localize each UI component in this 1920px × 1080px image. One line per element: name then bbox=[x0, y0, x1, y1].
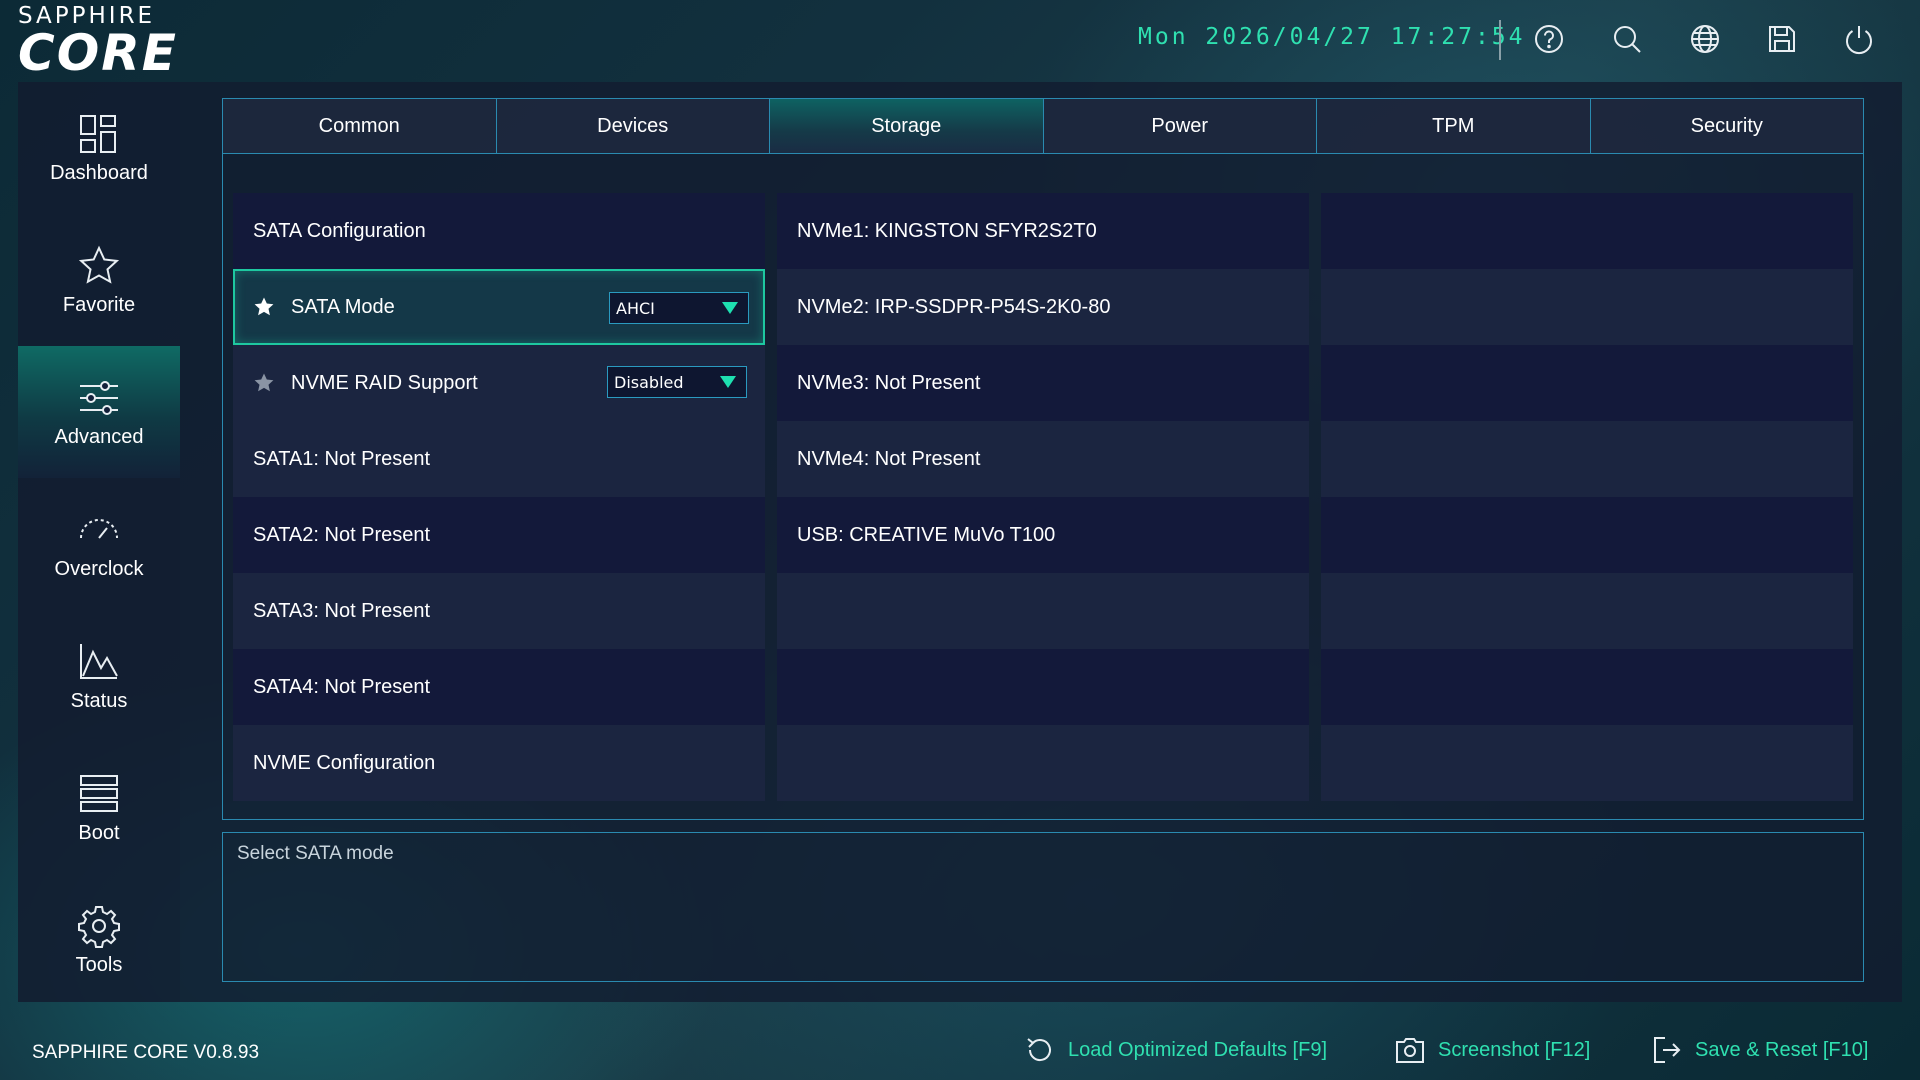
row-label: SATA4: Not Present bbox=[253, 675, 431, 698]
load-defaults-label: Load Optimized Defaults [F9] bbox=[1068, 1038, 1328, 1061]
list-item-empty bbox=[1321, 421, 1853, 497]
list-item-sata2: SATA2: Not Present bbox=[233, 497, 765, 573]
sidebar-item-status[interactable]: Status bbox=[18, 610, 180, 742]
dropdown-arrow-icon bbox=[720, 376, 736, 388]
version-label: SAPPHIRE CORE V0.8.93 bbox=[32, 1042, 260, 1063]
setting-row-sata-mode[interactable]: SATA Mode AHCI bbox=[233, 269, 765, 345]
reload-icon bbox=[1027, 1038, 1051, 1062]
dropdown-value: Disabled bbox=[614, 372, 684, 392]
row-label: SATA2: Not Present bbox=[253, 523, 431, 546]
list-item-empty bbox=[1321, 269, 1853, 345]
row-label: NVMe3: Not Present bbox=[797, 371, 981, 394]
list-item-sata1: SATA1: Not Present bbox=[233, 421, 765, 497]
load-defaults-button[interactable]: Load Optimized Defaults [F9] bbox=[1024, 1030, 1327, 1070]
list-item-empty bbox=[1321, 725, 1853, 801]
sidebar-item-label: Advanced bbox=[54, 425, 144, 448]
sidebar-item-advanced[interactable]: Advanced bbox=[18, 346, 180, 478]
setting-row-nvme-raid-support[interactable]: NVME RAID Support Disabled bbox=[233, 345, 765, 421]
sidebar-item-label: Overclock bbox=[54, 557, 144, 580]
sidebar-item-tools[interactable]: Tools bbox=[18, 874, 180, 1006]
favorite-star-icon[interactable] bbox=[253, 372, 275, 394]
list-item-empty bbox=[1321, 345, 1853, 421]
list-item-empty bbox=[1321, 193, 1853, 269]
row-label: NVME RAID Support bbox=[291, 371, 478, 394]
row-label: SATA3: Not Present bbox=[253, 599, 431, 622]
save-reset-button[interactable]: Save & Reset [F10] bbox=[1651, 1030, 1868, 1070]
logo-product-text: CORE bbox=[18, 24, 178, 82]
row-label: SATA1: Not Present bbox=[253, 447, 431, 470]
storage-middle-column: NVMe1: KINGSTON SFYR2S2T0 NVMe2: IRP-SSD… bbox=[777, 193, 1309, 801]
list-item-nvme3: NVMe3: Not Present bbox=[777, 345, 1309, 421]
tab-devices[interactable]: Devices bbox=[496, 99, 770, 153]
power-icon[interactable] bbox=[1842, 22, 1876, 56]
save-icon[interactable] bbox=[1765, 22, 1799, 56]
screenshot-button[interactable]: Screenshot [F12] bbox=[1394, 1030, 1590, 1070]
sidebar-item-dashboard[interactable]: Dashboard bbox=[18, 82, 180, 214]
sidebar-item-label: Dashboard bbox=[50, 161, 148, 184]
sidebar-item-favorite[interactable]: Favorite bbox=[18, 214, 180, 346]
row-label: USB: CREATIVE MuVo T100 bbox=[797, 523, 1056, 546]
gear-icon bbox=[78, 905, 120, 948]
tab-tpm[interactable]: TPM bbox=[1317, 99, 1591, 153]
storage-right-column bbox=[1321, 193, 1853, 801]
row-label: SATA Mode bbox=[291, 295, 395, 318]
globe-icon[interactable] bbox=[1688, 22, 1722, 56]
row-label: NVME Configuration bbox=[253, 751, 436, 774]
help-icon[interactable] bbox=[1532, 22, 1566, 56]
tab-common[interactable]: Common bbox=[223, 99, 497, 153]
list-item-sata3: SATA3: Not Present bbox=[233, 573, 765, 649]
list-item-empty bbox=[777, 649, 1309, 725]
row-label: NVMe4: Not Present bbox=[797, 447, 981, 470]
sliders-icon bbox=[80, 380, 118, 415]
row-label: NVMe2: IRP-SSDPR-P54S-2K0-80 bbox=[797, 295, 1111, 318]
list-item-nvme4: NVMe4: Not Present bbox=[777, 421, 1309, 497]
list-item-empty bbox=[1321, 573, 1853, 649]
tab-power[interactable]: Power bbox=[1043, 99, 1317, 153]
list-item-empty bbox=[777, 573, 1309, 649]
gauge-icon bbox=[80, 518, 118, 539]
list-item-empty bbox=[1321, 497, 1853, 573]
dropdown-value: AHCI bbox=[616, 298, 655, 318]
help-description-box: Select SATA mode bbox=[222, 832, 1864, 982]
list-item-sata4: SATA4: Not Present bbox=[233, 649, 765, 725]
screenshot-label: Screenshot [F12] bbox=[1438, 1038, 1591, 1061]
tab-security[interactable]: Security bbox=[1590, 99, 1863, 153]
tab-bar: Common Devices Storage Power TPM Securit… bbox=[222, 98, 1864, 154]
row-label: NVMe1: KINGSTON SFYR2S2T0 bbox=[797, 219, 1097, 242]
list-item-nvme2: NVMe2: IRP-SSDPR-P54S-2K0-80 bbox=[777, 269, 1309, 345]
chart-icon bbox=[80, 643, 118, 679]
header-divider bbox=[1499, 20, 1501, 60]
boot-icon bbox=[80, 774, 118, 812]
section-header-sata-configuration: SATA Configuration bbox=[233, 193, 765, 269]
sapphire-core-logo: SAPPHIRE CORE bbox=[18, 4, 223, 82]
favorite-star-icon[interactable] bbox=[253, 296, 275, 318]
list-item-nvme1: NVMe1: KINGSTON SFYR2S2T0 bbox=[777, 193, 1309, 269]
sidebar-item-label: Favorite bbox=[62, 293, 136, 316]
storage-left-column: SATA Configuration SATA Mode AHCI NVME R… bbox=[233, 193, 765, 801]
sidebar-item-label: Status bbox=[70, 689, 128, 712]
sidebar: Dashboard Favorite Advanced Overclock St… bbox=[18, 82, 180, 1002]
sidebar-item-label: Boot bbox=[78, 821, 120, 844]
datetime-display: Mon 2026/04/27 17:27:54 bbox=[1138, 24, 1526, 50]
dashboard-icon bbox=[80, 114, 116, 153]
save-reset-label: Save & Reset [F10] bbox=[1695, 1038, 1869, 1061]
help-description-text: Select SATA mode bbox=[237, 843, 394, 864]
nvme-raid-dropdown[interactable]: Disabled bbox=[607, 366, 747, 398]
search-icon[interactable] bbox=[1610, 22, 1644, 56]
list-item-empty bbox=[1321, 649, 1853, 725]
star-icon bbox=[78, 245, 120, 284]
sidebar-item-label: Tools bbox=[75, 953, 123, 976]
exit-icon bbox=[1654, 1037, 1681, 1063]
camera-icon bbox=[1396, 1038, 1424, 1063]
list-item-empty bbox=[777, 725, 1309, 801]
row-label: SATA Configuration bbox=[253, 219, 426, 242]
dropdown-arrow-icon bbox=[722, 302, 738, 314]
tab-storage[interactable]: Storage bbox=[770, 99, 1044, 153]
section-header-nvme-configuration: NVME Configuration bbox=[233, 725, 765, 801]
sata-mode-dropdown[interactable]: AHCI bbox=[609, 292, 749, 324]
sidebar-item-boot[interactable]: Boot bbox=[18, 742, 180, 874]
list-item-usb: USB: CREATIVE MuVo T100 bbox=[777, 497, 1309, 573]
sidebar-item-overclock[interactable]: Overclock bbox=[18, 478, 180, 610]
